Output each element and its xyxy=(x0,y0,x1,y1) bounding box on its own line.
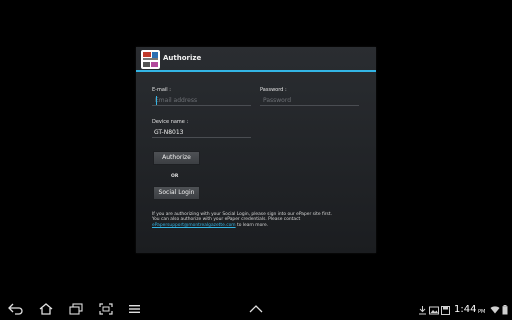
password-field[interactable]: Password xyxy=(260,96,359,106)
email-field[interactable]: Email address xyxy=(152,96,251,106)
save-icon xyxy=(441,306,450,315)
or-separator: OR xyxy=(171,174,179,179)
dialog-header: Authorize xyxy=(136,47,376,71)
status-ampm: PM xyxy=(478,309,486,315)
support-email-link[interactable]: ePapersupport@montrealgazette.com xyxy=(152,223,236,228)
menu-icon[interactable] xyxy=(128,303,142,315)
authorize-button[interactable]: Authorize xyxy=(153,151,200,165)
password-label: Password : xyxy=(260,87,287,93)
device-name-field[interactable]: GT-N8013 xyxy=(152,128,251,138)
recent-apps-icon[interactable] xyxy=(68,303,84,315)
image-icon xyxy=(429,306,439,315)
dialog-title: Authorize xyxy=(163,54,202,62)
download-icon xyxy=(419,306,426,315)
info-line-3: ePapersupport@montrealgazette.com to lea… xyxy=(152,223,374,228)
info-text: If you are authorizing with your Social … xyxy=(152,212,374,228)
chevron-up-icon[interactable] xyxy=(248,305,264,313)
social-login-button[interactable]: Social Login xyxy=(153,186,200,200)
status-clock: 1:44 xyxy=(454,304,477,315)
battery-icon xyxy=(502,305,508,315)
info-suffix: to learn more. xyxy=(235,222,269,228)
wifi-icon xyxy=(490,306,500,314)
home-icon[interactable] xyxy=(38,303,54,315)
device-name-label: Device name : xyxy=(152,119,189,125)
text-cursor xyxy=(156,96,157,105)
email-label: E-mail : xyxy=(152,87,171,93)
back-icon[interactable] xyxy=(8,303,24,315)
screenshot-icon[interactable] xyxy=(98,303,114,315)
header-divider xyxy=(136,70,376,72)
app-icon xyxy=(141,50,160,69)
